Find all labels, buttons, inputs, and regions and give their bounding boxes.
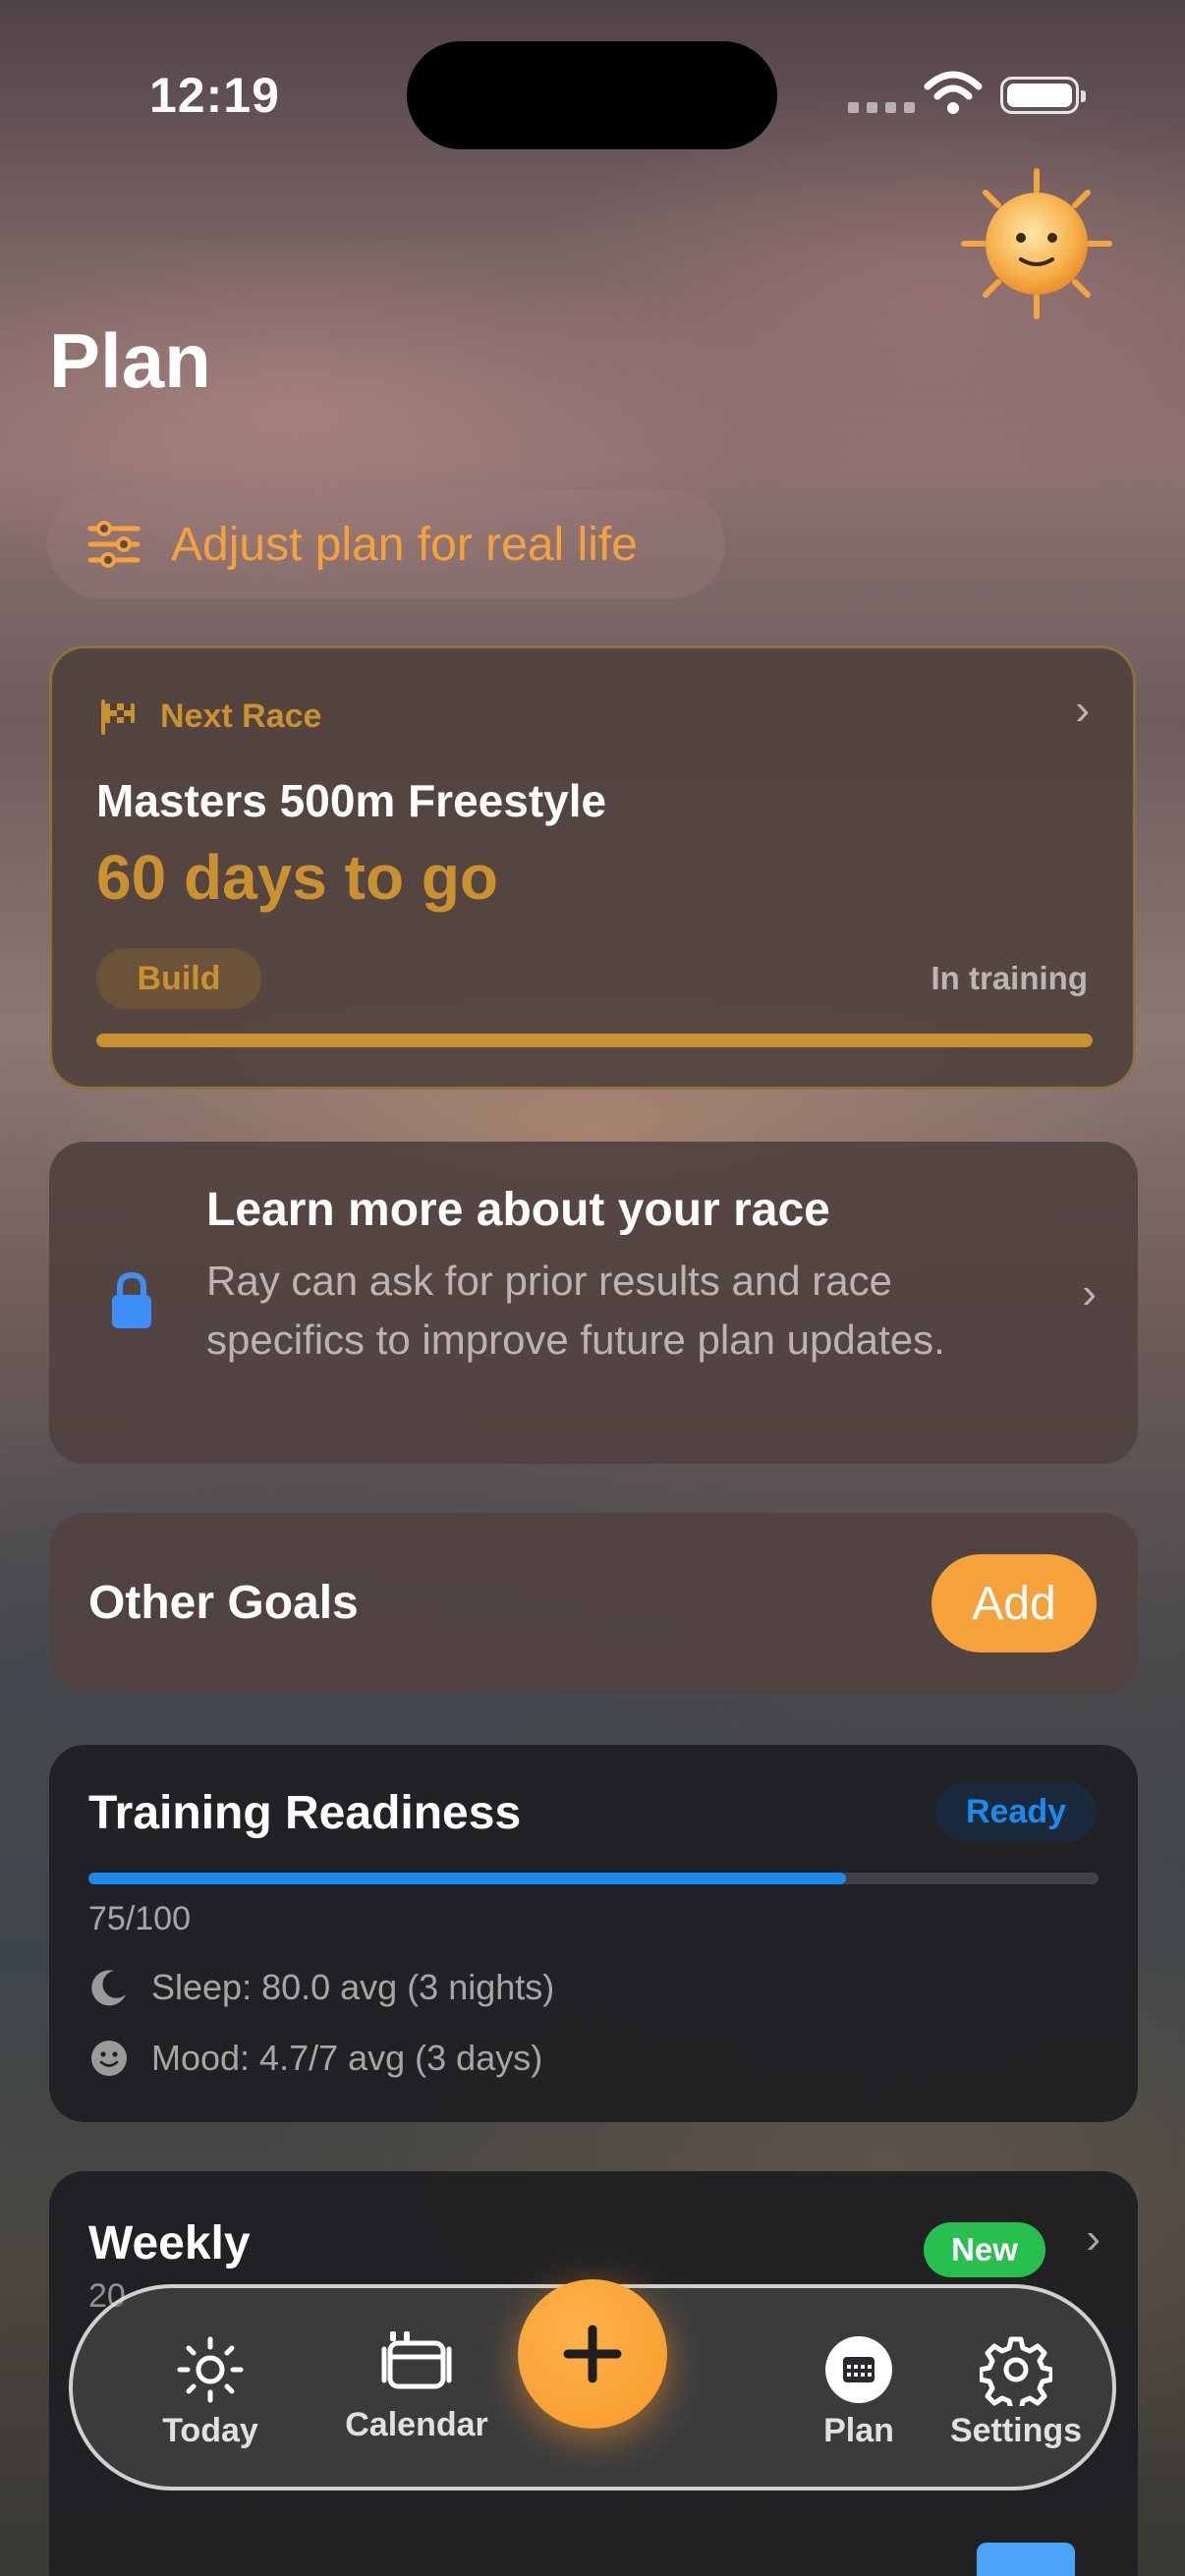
chevron-right-icon: › <box>1075 686 1090 734</box>
other-goals-title: Other Goals <box>88 1577 359 1629</box>
wifi-icon <box>924 71 983 114</box>
plan-calendar-icon <box>825 2335 892 2403</box>
dynamic-island <box>407 41 777 149</box>
readiness-title: Training Readiness <box>88 1787 522 1839</box>
sleep-text: Sleep: 80.0 avg (3 nights) <box>151 1967 555 2007</box>
weekly-chart-bar <box>977 2543 1075 2576</box>
smiley-icon <box>91 2041 127 2076</box>
tab-today[interactable]: Today <box>112 2288 309 2494</box>
other-goals-card: Other Goals Add <box>49 1513 1138 1694</box>
calendar-icon <box>381 2330 452 2388</box>
race-name: Masters 500m Freestyle <box>96 775 607 826</box>
adjust-plan-button[interactable]: Adjust plan for real life <box>47 489 725 599</box>
checkered-flag-icon <box>101 699 135 735</box>
sun-icon <box>177 2336 244 2402</box>
learn-more-card[interactable]: Learn more about your race Ray can ask f… <box>49 1142 1138 1464</box>
sleep-metric: Sleep: 80.0 avg (3 nights) <box>88 1967 554 2008</box>
tab-settings-label: Settings <box>949 2411 1083 2449</box>
phase-badge: Build <box>96 948 261 1009</box>
weekly-title: Weekly <box>88 2217 251 2269</box>
add-button[interactable] <box>518 2279 667 2429</box>
status-time: 12:19 <box>149 68 280 123</box>
readiness-score: 75/100 <box>88 1900 191 1937</box>
chevron-right-icon: › <box>1082 1269 1097 1317</box>
learn-more-description: Ray can ask for prior results and race s… <box>206 1258 945 1363</box>
learn-more-title: Learn more about your race <box>206 1184 830 1236</box>
readiness-status-badge: Ready <box>935 1782 1097 1841</box>
tab-calendar-label: Calendar <box>345 2405 488 2443</box>
tab-settings[interactable]: Settings <box>918 2288 1114 2494</box>
mood-text: Mood: 4.7/7 avg (3 days) <box>151 2038 543 2078</box>
add-goal-button[interactable]: Add <box>931 1554 1097 1652</box>
race-status: In training <box>931 960 1089 996</box>
race-countdown: 60 days to go <box>96 842 498 913</box>
sliders-icon <box>87 521 141 568</box>
readiness-progress-bar <box>88 1873 1099 1884</box>
new-badge: New <box>924 2222 1045 2277</box>
race-progress-bar <box>96 1034 1093 1047</box>
training-readiness-card: Training Readiness Ready 75/100 Sleep: 8… <box>49 1745 1138 2122</box>
tab-plan-label: Plan <box>823 2411 894 2449</box>
chevron-right-icon: › <box>1086 2214 1100 2263</box>
cellular-signal-icon <box>848 102 915 113</box>
adjust-plan-label: Adjust plan for real life <box>171 518 638 571</box>
tab-calendar[interactable]: Calendar <box>309 2288 525 2494</box>
battery-icon <box>1000 77 1086 114</box>
next-race-header: Next Race <box>99 698 321 736</box>
next-race-label: Next Race <box>160 698 322 735</box>
moon-icon <box>91 1970 126 2006</box>
mood-metric: Mood: 4.7/7 avg (3 days) <box>88 2038 542 2079</box>
page-title: Plan <box>49 317 211 404</box>
tab-today-label: Today <box>162 2411 258 2449</box>
next-race-card[interactable]: Next Race › Masters 500m Freestyle 60 da… <box>49 645 1136 1090</box>
gear-icon <box>980 2336 1052 2406</box>
sun-face-icon[interactable] <box>958 165 1115 322</box>
lock-icon <box>112 1271 151 1328</box>
plus-icon <box>563 2324 622 2383</box>
